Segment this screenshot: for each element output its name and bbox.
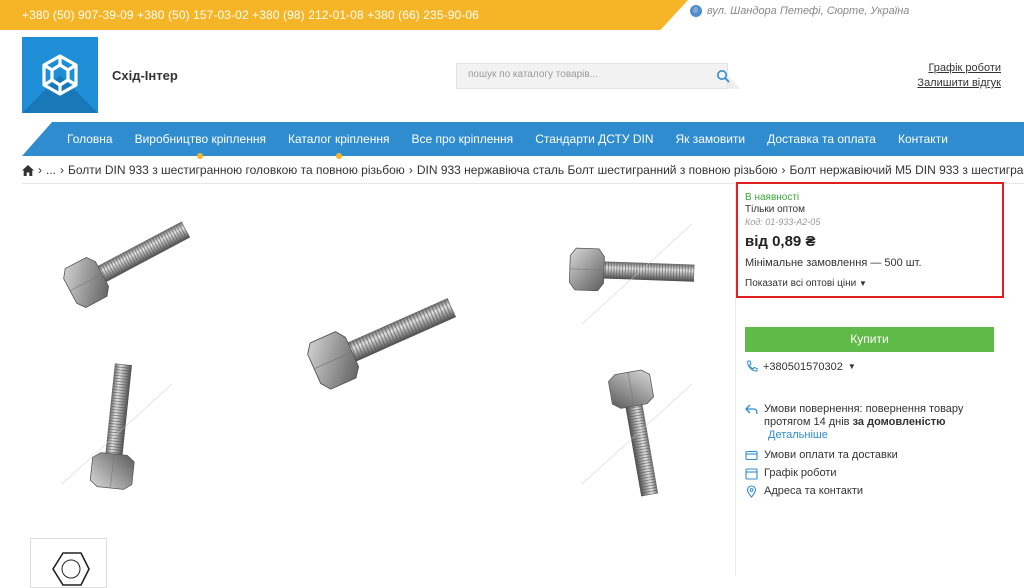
search-icon[interactable] (716, 69, 730, 83)
nav-catalog-label: Каталог кріплення (288, 132, 389, 146)
globe-icon (690, 5, 702, 17)
chevron-down-icon: ▼ (848, 362, 856, 371)
search-input[interactable] (468, 69, 698, 80)
header-links: Графік роботи Залишити відгук (917, 61, 1001, 91)
nav-production-label: Виробництво кріплення (135, 132, 266, 146)
phone-dropdown[interactable]: +380501570302 ▼ (745, 360, 856, 373)
minimum-order: Мінімальне замовлення — 500 шт. (745, 257, 922, 269)
payment-delivery-link[interactable]: Умови оплати та доставки (745, 446, 898, 464)
nav-production[interactable]: Виробництво кріплення (124, 122, 277, 156)
nav-how-to-order[interactable]: Як замовити (664, 122, 756, 156)
address: вул. Шандора Петефі, Сюрте, Україна (690, 5, 909, 17)
breadcrumb-item[interactable]: DIN 933 нержавіюча сталь Болт шестигранн… (417, 163, 778, 177)
address-text: вул. Шандора Петефі, Сюрте, Україна (707, 5, 909, 17)
info-links: Умови оплати та доставки Графік роботи А… (745, 446, 898, 500)
chevron-down-icon: ▼ (859, 279, 867, 288)
product-image[interactable] (22, 184, 736, 576)
nav-about-fasteners[interactable]: Все про кріплення (400, 122, 524, 156)
dropdown-dot-icon (336, 153, 342, 159)
nav-delivery[interactable]: Доставка та оплата (756, 122, 887, 156)
home-icon[interactable] (22, 165, 34, 176)
nav-catalog[interactable]: Каталог кріплення (277, 122, 400, 156)
return-text: Умови повернення: повернення товару прот… (764, 403, 995, 442)
gallery-thumbnail[interactable] (30, 538, 107, 588)
return-icon (745, 403, 758, 416)
logo-mark-icon (36, 51, 84, 99)
stock-status: В наявності (745, 192, 799, 203)
search-bar (456, 63, 756, 89)
credit-card-icon (745, 449, 758, 462)
breadcrumb: › ... › Болти DIN 933 з шестигранною гол… (22, 163, 1024, 177)
return-details-link[interactable]: Детальніше (768, 429, 995, 442)
work-schedule-link[interactable]: Графік роботи (917, 61, 1001, 76)
thumbnail-image (31, 539, 107, 588)
nav-contacts[interactable]: Контакти (887, 122, 959, 156)
main-nav: Головна Виробництво кріплення Каталог кр… (56, 122, 959, 156)
dropdown-dot-icon (197, 153, 203, 159)
product-sku: Код: 01-933-А2-05 (745, 217, 820, 227)
wholesale-note: Тільки оптом (745, 204, 805, 215)
phone-numbers[interactable]: +380 (50) 907-39-09 +380 (50) 157-03-02 … (22, 8, 479, 22)
calendar-icon (745, 467, 758, 480)
product-price: від 0,89 ₴ (745, 233, 815, 250)
breadcrumb-item[interactable]: Болти DIN 933 з шестигранною головкою та… (68, 163, 405, 177)
nav-standards[interactable]: Стандарти ДСТУ DIN (524, 122, 664, 156)
nav-home[interactable]: Головна (56, 122, 124, 156)
schedule-link[interactable]: Графік роботи (745, 464, 898, 482)
show-prices-label: Показати всі оптові ціни (745, 278, 856, 289)
brand-name[interactable]: Схід-Інтер (112, 68, 178, 83)
map-pin-icon (745, 485, 758, 498)
buy-button[interactable]: Купити (745, 327, 994, 352)
address-contacts-link[interactable]: Адреса та контакти (745, 482, 898, 500)
leave-review-link[interactable]: Залишити відгук (917, 76, 1001, 91)
phone-number: +380501570302 (763, 361, 843, 373)
breadcrumb-current: Болт нержавіючий М5 DIN 933 з шестигранн… (790, 163, 1024, 177)
site-logo[interactable] (22, 37, 98, 113)
top-bar: +380 (50) 907-39-09 +380 (50) 157-03-02 … (0, 0, 1024, 30)
show-wholesale-prices[interactable]: Показати всі оптові ціни ▼ (745, 278, 867, 289)
breadcrumb-ellipsis[interactable]: ... (46, 163, 56, 177)
phone-icon (745, 360, 758, 373)
product-gallery[interactable] (22, 184, 736, 576)
return-conditions: Умови повернення: повернення товару прот… (745, 403, 995, 442)
